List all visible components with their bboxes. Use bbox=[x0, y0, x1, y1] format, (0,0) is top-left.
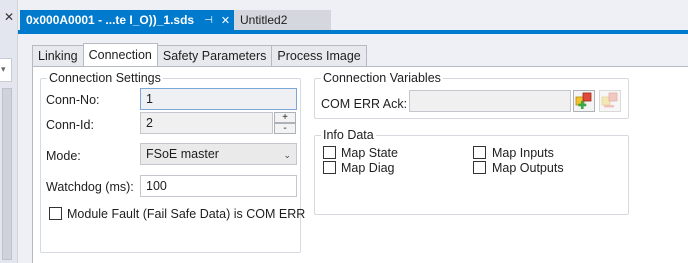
conn-id-input[interactable]: 2 bbox=[140, 112, 273, 134]
map-diag-checkbox[interactable] bbox=[323, 161, 336, 174]
tab-safety-parameters[interactable]: Safety Parameters bbox=[156, 45, 273, 66]
add-mapping-icon bbox=[575, 92, 592, 109]
map-state-label: Map State bbox=[341, 146, 398, 160]
group-title: Connection Variables bbox=[321, 71, 443, 85]
pin-icon[interactable]: ⊣ bbox=[204, 15, 213, 26]
mode-select[interactable]: FSoE master ⌄ bbox=[140, 143, 297, 165]
map-outputs-label: Map Outputs bbox=[492, 161, 564, 175]
remove-mapping-icon bbox=[601, 92, 618, 108]
tab-sds-document[interactable]: 0x000A0001 - ...te I_O))_1.sds ⊣ ✕ bbox=[20, 10, 234, 30]
spin-down-button[interactable]: - bbox=[274, 123, 296, 134]
tab-label: Linking bbox=[38, 49, 78, 63]
connection-variables-group: Connection Variables COM ERR Ack: bbox=[314, 71, 629, 119]
mode-value: FSoE master bbox=[146, 147, 219, 161]
tab-label: Connection bbox=[88, 48, 152, 62]
close-icon[interactable]: ✕ bbox=[4, 11, 14, 23]
watchdog-label: Watchdog (ms): bbox=[46, 180, 134, 194]
tab-linking[interactable]: Linking bbox=[32, 45, 84, 66]
com-err-ack-input[interactable] bbox=[409, 90, 571, 112]
conn-no-label: Conn-No: bbox=[46, 93, 100, 107]
watchdog-input[interactable]: 100 bbox=[140, 175, 297, 197]
add-mapping-button[interactable] bbox=[573, 90, 595, 112]
connection-panel: Connection Settings Conn-No: 1 Conn-Id: … bbox=[32, 66, 688, 263]
mode-label: Mode: bbox=[46, 149, 81, 163]
spin-up-button[interactable]: + bbox=[274, 112, 296, 123]
tab-label: Untitled2 bbox=[240, 13, 288, 27]
inner-tab-bar: Linking Connection Safety Parameters Pro… bbox=[32, 43, 367, 66]
group-title: Connection Settings bbox=[47, 71, 163, 85]
remove-mapping-button[interactable] bbox=[599, 90, 621, 112]
module-fault-label: Module Fault (Fail Safe Data) is COM ERR bbox=[67, 207, 306, 221]
connection-settings-group: Connection Settings Conn-No: 1 Conn-Id: … bbox=[40, 71, 305, 253]
tab-label: Process Image bbox=[277, 49, 361, 63]
map-state-checkbox[interactable] bbox=[323, 146, 336, 159]
left-scrollbar[interactable] bbox=[2, 88, 12, 260]
group-title: Info Data bbox=[321, 128, 376, 142]
map-inputs-checkbox[interactable] bbox=[473, 146, 486, 159]
tab-label: 0x000A0001 - ...te I_O))_1.sds bbox=[26, 13, 195, 27]
tab-untitled2[interactable]: Untitled2 bbox=[234, 10, 331, 30]
map-diag-label: Map Diag bbox=[341, 161, 395, 175]
map-outputs-checkbox[interactable] bbox=[473, 161, 486, 174]
chevron-down-icon: ⌄ bbox=[283, 150, 291, 160]
tab-label: Safety Parameters bbox=[162, 49, 267, 63]
tab-process-image[interactable]: Process Image bbox=[271, 45, 367, 66]
map-inputs-label: Map Inputs bbox=[492, 146, 554, 160]
info-data-group: Info Data Map State Map Diag Map Inputs … bbox=[314, 128, 629, 215]
editor-content: Linking Connection Safety Parameters Pro… bbox=[18, 34, 688, 263]
chevron-down-icon: ▾ bbox=[1, 64, 6, 74]
tab-connection[interactable]: Connection bbox=[82, 43, 158, 66]
conn-no-input[interactable]: 1 bbox=[140, 88, 297, 110]
conn-id-label: Conn-Id: bbox=[46, 118, 94, 132]
close-icon[interactable]: ✕ bbox=[221, 14, 230, 27]
module-fault-checkbox[interactable] bbox=[49, 207, 62, 220]
com-err-ack-label: COM ERR Ack: bbox=[321, 97, 408, 111]
